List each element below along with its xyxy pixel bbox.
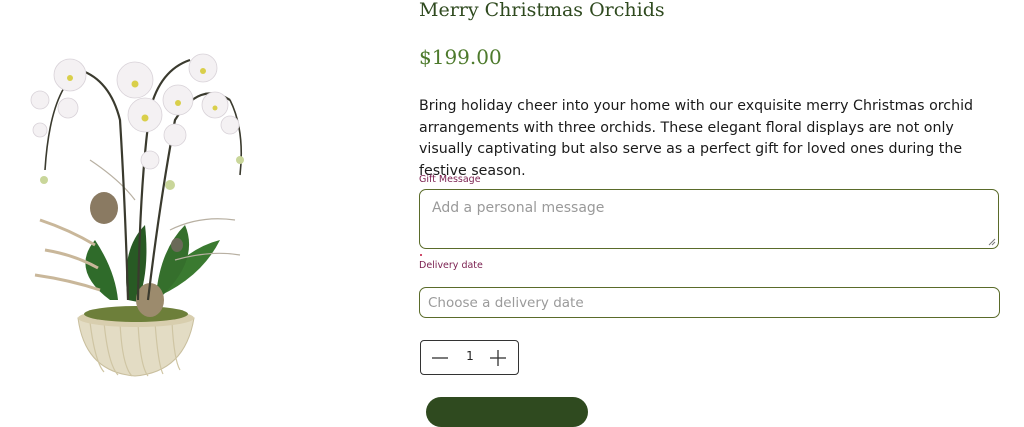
- product-description: Bring holiday cheer into your home with …: [419, 98, 974, 179]
- required-indicator: [420, 254, 422, 256]
- minus-icon[interactable]: [430, 348, 450, 368]
- plus-icon[interactable]: [488, 348, 508, 368]
- delivery-date-label: Delivery date: [419, 260, 483, 271]
- quantity-stepper[interactable]: 1: [420, 340, 519, 375]
- product-title: Merry Christmas Orchids: [419, 0, 665, 21]
- delivery-date-field[interactable]: [419, 287, 1000, 318]
- gift-message-input[interactable]: [432, 200, 982, 238]
- resize-handle-icon[interactable]: [986, 236, 996, 246]
- delivery-date-input[interactable]: [428, 293, 988, 313]
- quantity-value: 1: [466, 349, 474, 363]
- product-image[interactable]: [0, 0, 300, 402]
- gift-message-label: Gift Message: [419, 174, 481, 185]
- product-price: $199.00: [419, 45, 502, 69]
- gift-message-field[interactable]: [419, 189, 999, 249]
- orchid-arrangement-image: [30, 53, 244, 377]
